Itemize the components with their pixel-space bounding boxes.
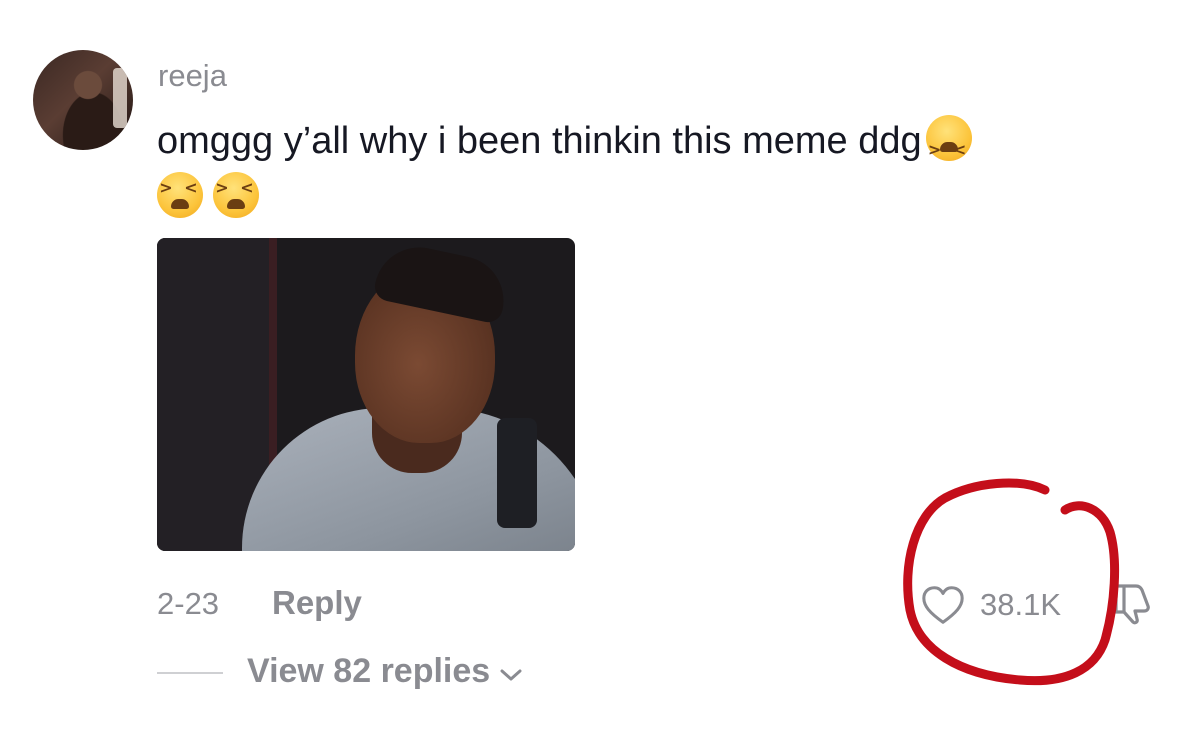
red-circle-annotation (903, 478, 1120, 686)
avatar[interactable] (33, 50, 133, 150)
tired-face-emoji-icon (925, 115, 972, 179)
meme-gif-image[interactable] (157, 238, 575, 551)
view-replies-button[interactable]: View 82 replies (247, 652, 524, 691)
reply-button[interactable]: Reply (272, 584, 362, 622)
tired-face-emoji-icon (213, 172, 259, 218)
chevron-down-icon (500, 669, 522, 680)
comment-username[interactable]: reeja (158, 58, 227, 94)
gif-person-hood (497, 418, 537, 528)
comment-body: omggg y’all why i been thinkin this meme… (157, 120, 922, 162)
emoji-row (157, 172, 269, 218)
comment-text: omggg y’all why i been thinkin this meme… (157, 112, 1147, 179)
replies-divider (157, 672, 223, 674)
tired-face-emoji-icon (157, 172, 203, 218)
view-replies-label: View 82 replies (247, 652, 491, 690)
comment-date: 2-23 (157, 586, 220, 621)
